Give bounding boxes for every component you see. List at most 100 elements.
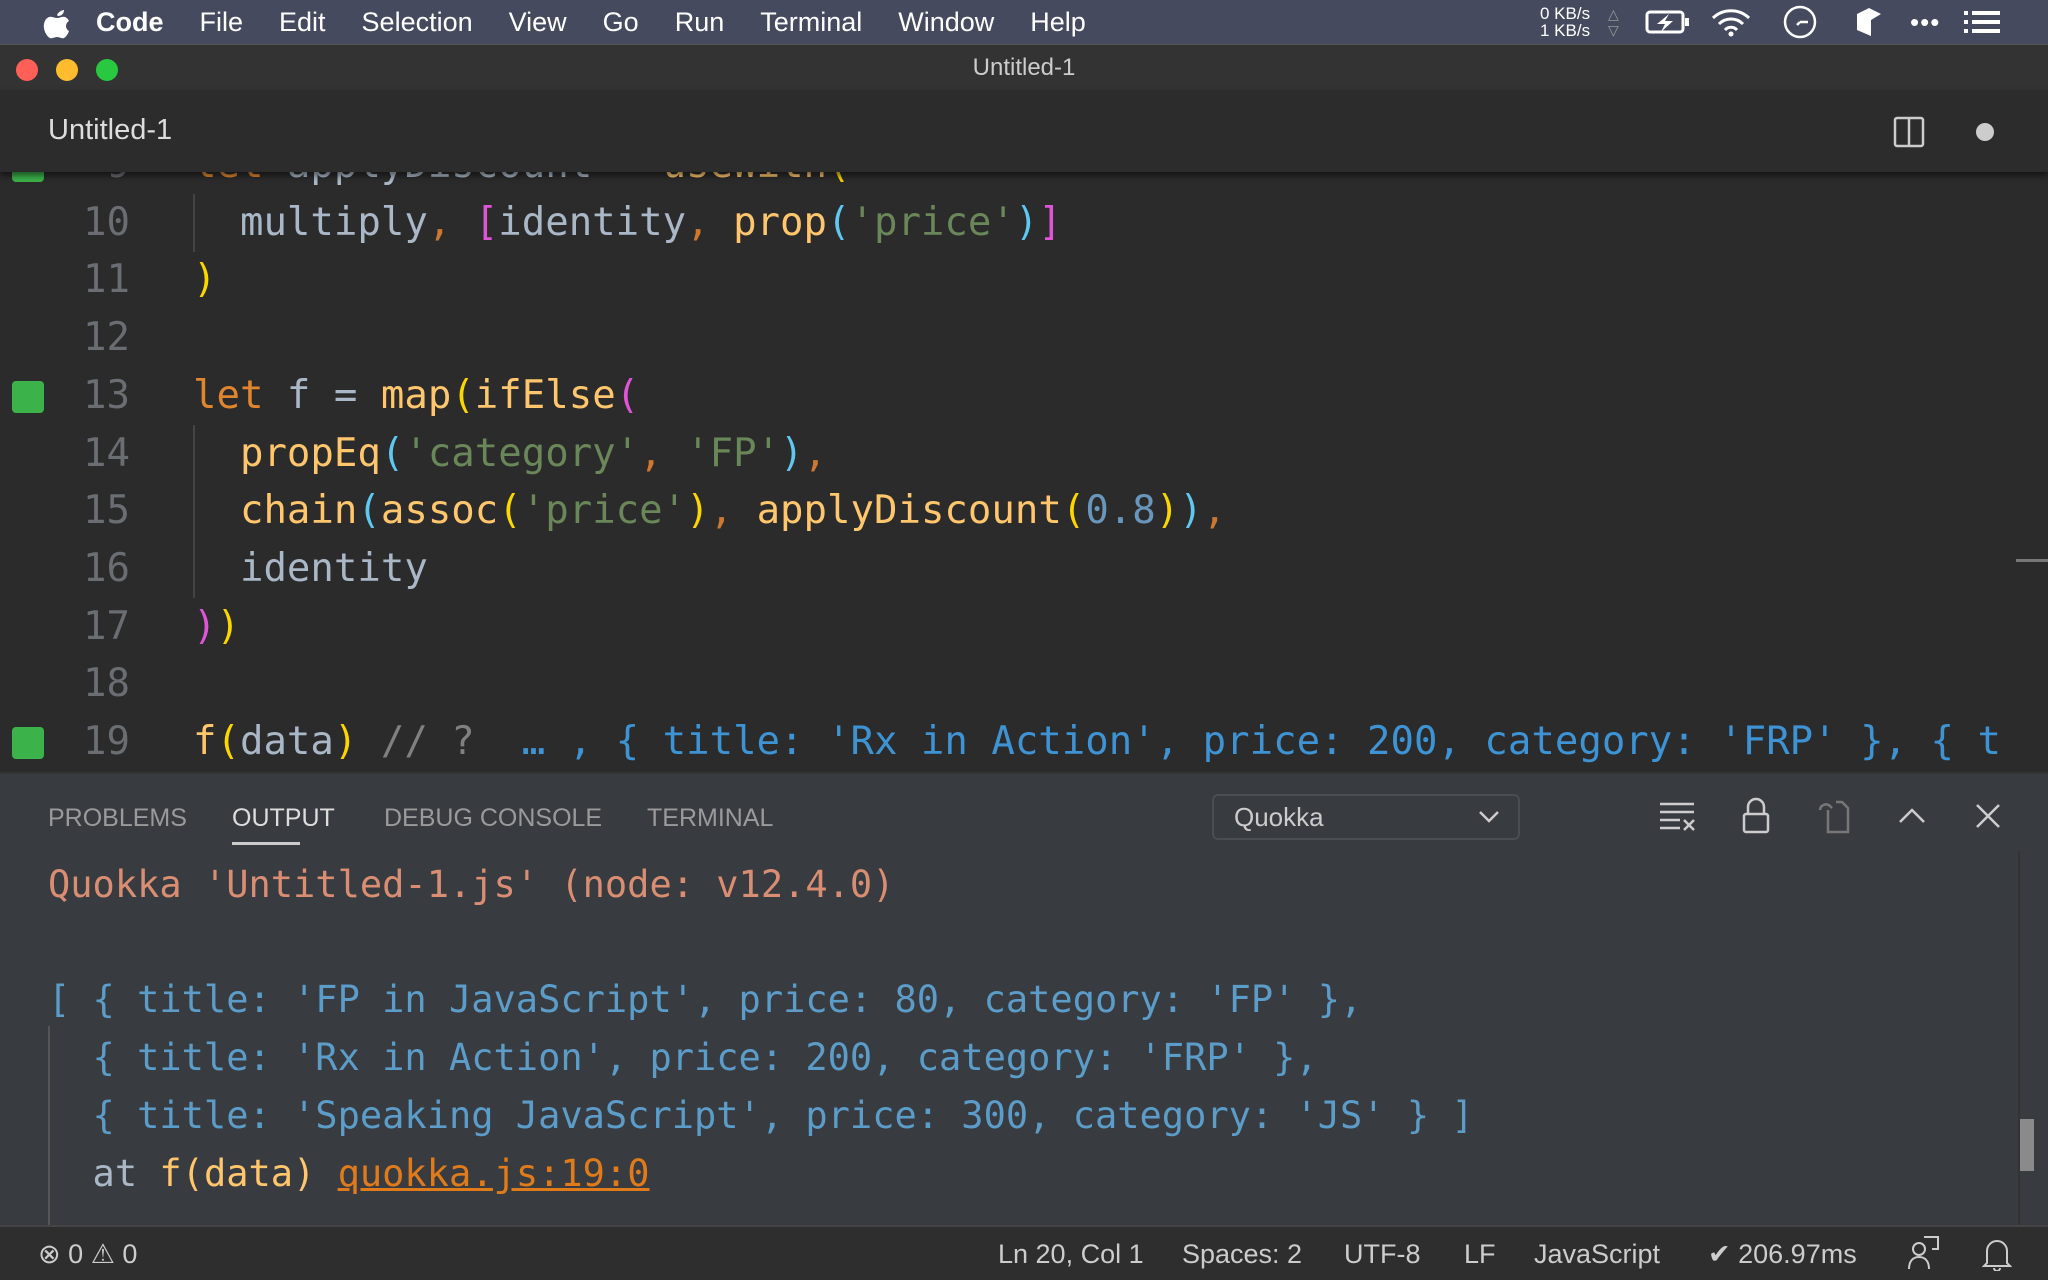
menu-edit[interactable]: Edit [279, 7, 326, 38]
trace-link[interactable]: quokka.js:19:0 [338, 1152, 650, 1195]
code-line[interactable]: 19 f(data) // ? … , { title: 'Rx in Actio… [0, 713, 2048, 771]
line-number: 19 [83, 719, 130, 764]
code-token: , [639, 430, 663, 476]
code-token: ) [333, 719, 358, 764]
code-line[interactable]: 17)) [0, 598, 2048, 656]
network-speed[interactable]: 0 KB/s 1 KB/s [1540, 0, 1590, 44]
upload-speed: 0 KB/s [1540, 4, 1591, 23]
code-text: multiply, [identity, prop('price')] [193, 194, 1062, 252]
close-window-button[interactable] [16, 59, 38, 81]
tab-debug-console[interactable]: DEBUG CONSOLE [384, 804, 602, 833]
menu-terminal[interactable]: Terminal [760, 7, 862, 38]
code-line[interactable]: 11) [0, 251, 2048, 309]
battery-charging-icon[interactable] [1645, 0, 1691, 44]
code-token: useWith [663, 172, 827, 187]
output-content[interactable]: Quokka 'Untitled-1.js' (node: v12.4.0) [… [0, 774, 1474, 1226]
code-token: identity [498, 199, 687, 245]
menu-help[interactable]: Help [1030, 7, 1086, 38]
code-token: , [709, 488, 734, 534]
cube-app-icon[interactable] [1855, 0, 1883, 44]
code-line[interactable]: 13 let f = map(ifElse( [0, 367, 2048, 425]
quokka-header: Quokka 'Untitled-1.js' (node: v12.4.0) [48, 863, 895, 906]
cursor-position[interactable]: Ln 20, Col 1 [998, 1239, 1144, 1270]
line-number: 9 [60, 172, 130, 194]
maximize-panel-chevron-up-icon[interactable] [1892, 796, 1932, 836]
tab-output[interactable]: OUTPUT [232, 804, 335, 833]
code-text: propEq('category', 'FP'), [193, 425, 827, 483]
code-line[interactable]: 12 [0, 309, 2048, 367]
chevron-down-icon [1479, 811, 1499, 823]
feedback-icon[interactable] [1906, 1235, 1940, 1278]
clock-icon[interactable] [1783, 0, 1817, 44]
language-mode[interactable]: JavaScript [1534, 1239, 1660, 1270]
more-icon[interactable]: ••• [1910, 0, 1940, 44]
wifi-icon[interactable] [1710, 0, 1752, 44]
problems-status[interactable]: ⊗ 0 ⚠ 0 [38, 1239, 137, 1270]
code-line[interactable]: 14 propEq('category', 'FP'), [0, 424, 2048, 483]
panel-scrollbar-thumb[interactable] [2020, 1119, 2034, 1171]
quokka-timing[interactable]: ✔ 206.97ms [1708, 1239, 1857, 1270]
network-arrows-icon: △ ▽ [1608, 6, 1619, 38]
tab-untitled-1[interactable]: Untitled-1 [48, 114, 172, 147]
open-log-file-icon[interactable] [1814, 796, 1854, 836]
code-editor[interactable]: 9let applyDiscount = useWith(10 multiply… [0, 172, 2048, 772]
code-token: ] [1038, 199, 1062, 245]
code-token: propEq [239, 430, 381, 476]
status-bar: ⊗ 0 ⚠ 0 Ln 20, Col 1 Spaces: 2 UTF-8 LF … [0, 1225, 2048, 1280]
menu-file[interactable]: File [200, 7, 244, 38]
menu-view[interactable]: View [509, 7, 567, 38]
code-line[interactable]: 18 [0, 655, 2048, 713]
output-channel-select[interactable]: Quokka [1212, 794, 1520, 840]
menu-app-code[interactable]: Code [96, 7, 164, 38]
code-text: f(data) // ? … , { title: 'Rx in Action'… [193, 713, 2001, 771]
menu-go[interactable]: Go [603, 7, 639, 38]
code-token: ) [216, 603, 240, 649]
unsaved-dot-icon[interactable] [1976, 123, 1994, 141]
line-ending[interactable]: LF [1464, 1239, 1496, 1270]
indentation[interactable]: Spaces: 2 [1182, 1239, 1302, 1270]
line-number: 13 [83, 372, 130, 418]
code-line[interactable]: 15 chain(assoc('price'), applyDiscount(0… [0, 482, 2048, 541]
notifications-bell-icon[interactable] [1981, 1235, 2013, 1278]
minimize-window-button[interactable] [56, 59, 78, 81]
code-token: ( [216, 719, 240, 764]
apple-icon[interactable] [42, 7, 72, 39]
editor-tab-bar: Untitled-1 [0, 90, 2048, 172]
menu-selection[interactable]: Selection [362, 7, 473, 38]
code-token: , [1202, 488, 1227, 534]
code-line[interactable]: 9 let applyDiscount = useWith( [0, 172, 2048, 194]
code-token: ( [451, 372, 475, 418]
output-line: { title: 'Speaking JavaScript', price: 3… [48, 1094, 1474, 1137]
quokka-coverage-indicator [12, 727, 44, 759]
code-token: map [380, 372, 452, 418]
code-token: , [803, 430, 828, 476]
output-line: [ { title: 'FP in JavaScript', price: 80… [48, 978, 1363, 1021]
tab-terminal[interactable]: TERMINAL [647, 804, 773, 833]
close-panel-icon[interactable] [1968, 796, 2008, 836]
code-token: ) [1179, 488, 1203, 534]
encoding[interactable]: UTF-8 [1344, 1239, 1421, 1270]
active-tab-indicator [232, 842, 300, 845]
window-title-bar: Untitled-1 [0, 44, 2048, 90]
split-editor-icon[interactable] [1893, 116, 1925, 153]
code-token: ) [193, 603, 217, 649]
line-number: 10 [83, 199, 130, 245]
code-token: 'price' [521, 488, 687, 534]
code-line[interactable]: 10 multiply, [identity, prop('price')] [0, 193, 2048, 252]
menu-run[interactable]: Run [675, 7, 725, 38]
error-count: 0 [68, 1239, 84, 1269]
code-token: let [193, 172, 263, 187]
line-number: 15 [83, 488, 130, 534]
menu-window[interactable]: Window [898, 7, 994, 38]
code-line[interactable]: 16 identity [0, 539, 2048, 598]
code-token: ( [498, 488, 522, 534]
zoom-window-button[interactable] [96, 59, 118, 81]
notification-center-icon[interactable] [1964, 0, 2000, 44]
clear-output-icon[interactable] [1658, 796, 1698, 836]
lock-scroll-icon[interactable] [1738, 796, 1778, 836]
quokka-coverage-indicator [12, 380, 44, 413]
